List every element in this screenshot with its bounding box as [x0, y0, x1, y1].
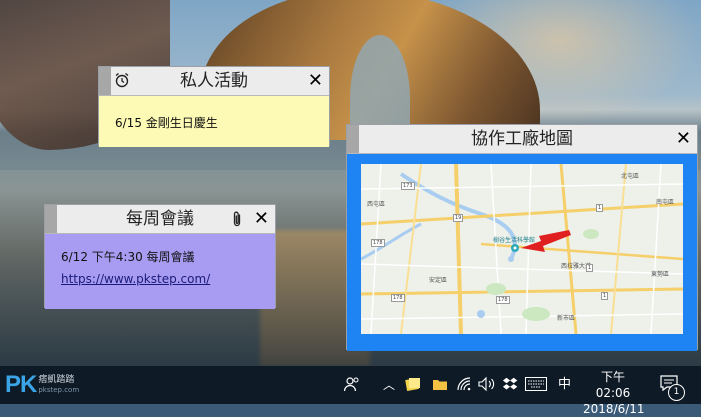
- sticky-note-weekly[interactable]: 每周會議 ✕ 6/12 下午4:30 每周會議 https://www.pkst…: [44, 204, 276, 309]
- map-label: 東勢區: [651, 271, 670, 278]
- note-body[interactable]: 6/12 下午4:30 每周會議 https://www.pkstep.com/: [45, 234, 275, 309]
- note-body[interactable]: 西屯區 北屯區 南屯區 東勢區 安定區 新市區 樹谷生活科學館 西拉雅大道 17…: [347, 154, 697, 351]
- close-icon[interactable]: ✕: [676, 129, 691, 149]
- map-label: 安定區: [429, 277, 448, 284]
- road-number: 1: [586, 264, 594, 272]
- sticky-note-map[interactable]: 協作工廠地圖 ✕ 西屯區 北屯區 南屯區 東勢區 安定區 新市區 樹谷生活科學館…: [346, 124, 698, 351]
- people-icon[interactable]: [343, 375, 361, 393]
- chevron-up-icon[interactable]: ︿: [383, 375, 395, 395]
- paperclip-icon[interactable]: [231, 210, 243, 228]
- folder-icon[interactable]: [432, 376, 448, 392]
- note-title: 私人活動: [180, 71, 248, 91]
- logo-url: pkstep.com: [38, 386, 80, 394]
- clock-time: 下午 02:06: [595, 370, 631, 400]
- system-clock[interactable]: 下午 02:06 2018/6/11: [583, 369, 645, 417]
- sticky-notes-icon[interactable]: [405, 376, 421, 392]
- map-label: 南屯區: [656, 199, 675, 206]
- wifi-icon[interactable]: [456, 376, 472, 392]
- logo-text: PK: [5, 371, 37, 398]
- map-image[interactable]: 西屯區 北屯區 南屯區 東勢區 安定區 新市區 樹谷生活科學館 西拉雅大道 17…: [361, 164, 683, 334]
- note-text: 6/12 下午4:30 每周會議: [61, 250, 195, 264]
- note-body[interactable]: 6/15 金剛生日慶生: [99, 96, 329, 147]
- road-number: 19: [453, 214, 464, 222]
- note-link[interactable]: https://www.pkstep.com/: [61, 272, 210, 286]
- note-title: 協作工廠地圖: [471, 129, 573, 149]
- road-number: 178: [391, 294, 405, 302]
- dropbox-icon[interactable]: [502, 376, 518, 392]
- road-number: 178: [371, 239, 385, 247]
- road-number: 1: [596, 204, 604, 212]
- note-header[interactable]: 每周會議 ✕: [45, 205, 275, 234]
- road-number: 1: [601, 292, 609, 300]
- logo-caption: 痞凱踏踏: [38, 375, 75, 385]
- road-number: 173: [401, 182, 415, 190]
- note-text: 6/15 金剛生日慶生: [115, 116, 218, 130]
- speaker-icon[interactable]: [478, 376, 496, 392]
- notification-count-badge: 1: [668, 384, 685, 401]
- road-number: 178: [496, 296, 510, 304]
- sticky-note-personal[interactable]: 私人活動 ✕ 6/15 金剛生日慶生: [98, 66, 330, 147]
- pkstep-logo: PK 痞凱踏踏 pkstep.com: [5, 371, 79, 399]
- note-header[interactable]: 協作工廠地圖 ✕: [347, 125, 697, 154]
- map-label: 北屯區: [621, 173, 640, 180]
- map-label: 新市區: [557, 315, 576, 322]
- ime-indicator[interactable]: 中: [558, 375, 571, 395]
- map-label-poi: 樹谷生活科學館: [493, 237, 536, 244]
- note-header[interactable]: 私人活動 ✕: [99, 67, 329, 96]
- close-icon[interactable]: ✕: [254, 209, 269, 229]
- taskbar: PK 痞凱踏踏 pkstep.com ︿ 中 下午 02:06 2018/6/1…: [0, 366, 701, 416]
- keyboard-icon[interactable]: [525, 377, 547, 391]
- close-icon[interactable]: ✕: [308, 71, 323, 91]
- clock-date: 2018/6/11: [583, 402, 645, 416]
- map-label: 西屯區: [367, 201, 386, 208]
